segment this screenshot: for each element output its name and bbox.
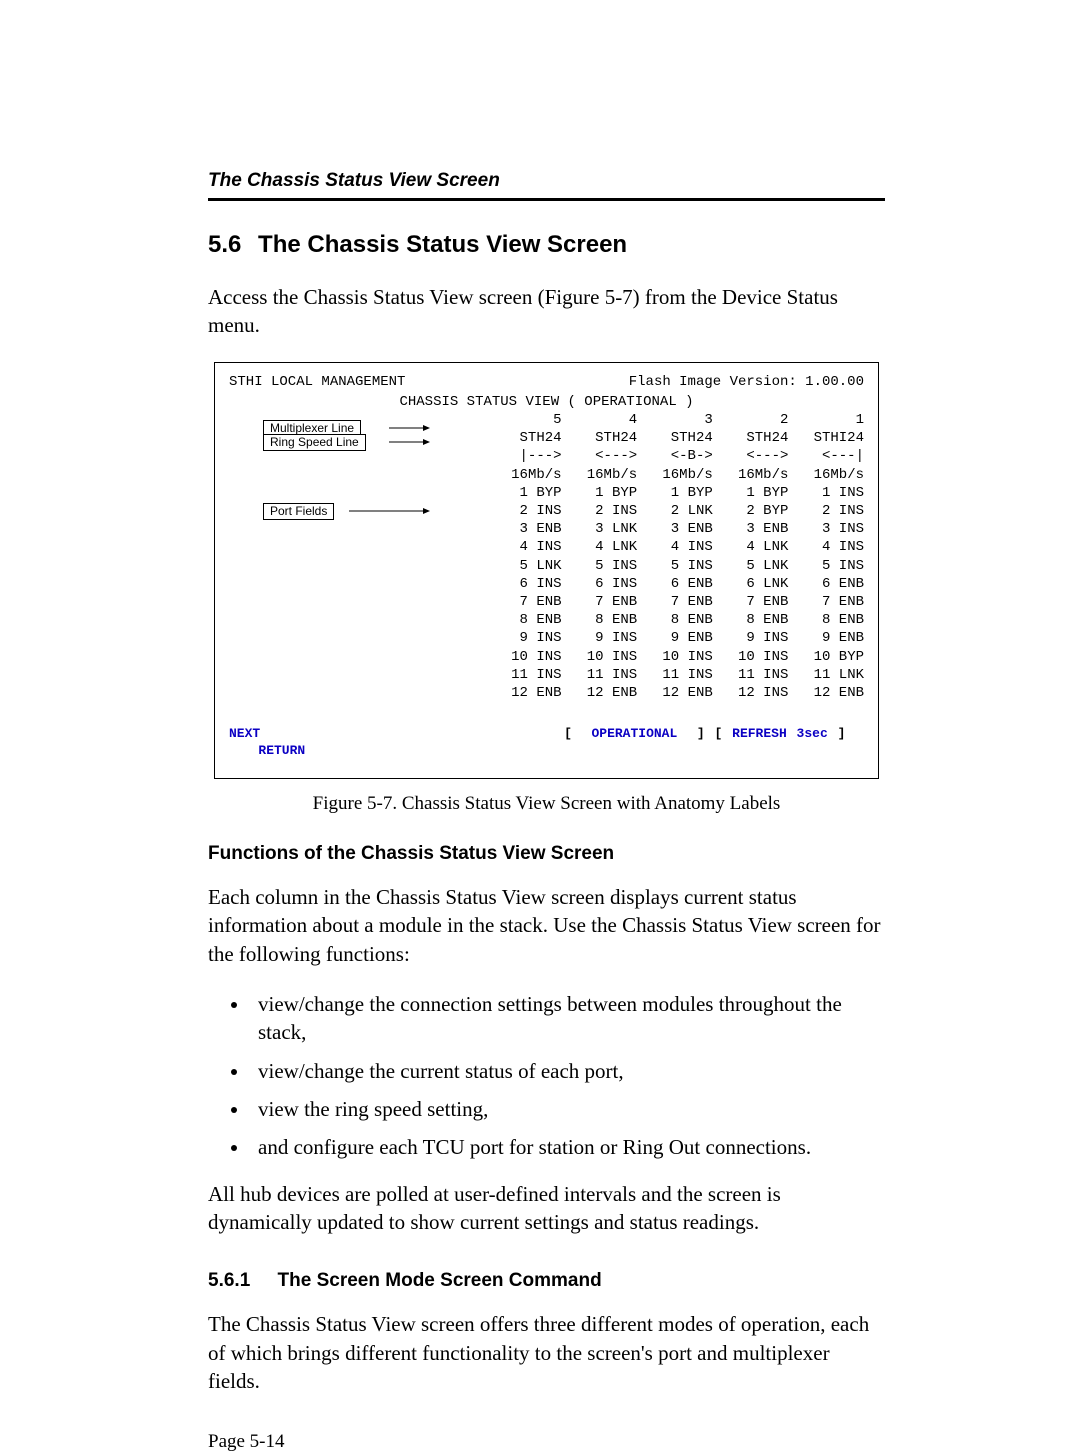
terminal-multiplexer-row: |---> <---> <-B-> <---> <---| <box>229 447 864 465</box>
port-row: 7 ENB 7 ENB 7 ENB 7 ENB 7 ENB <box>229 593 864 611</box>
bullet-item: view/change the connection settings betw… <box>250 990 885 1047</box>
terminal-column-numbers: 5 4 3 2 1 <box>229 411 864 429</box>
footer-refresh: REFRESH 3sec <box>732 726 828 741</box>
port-row: 10 INS 10 INS 10 INS 10 INS 10 BYP <box>229 648 864 666</box>
terminal-footer: NEXT [ OPERATIONAL ] [ REFRESH 3sec ] RE… <box>229 726 864 760</box>
subsection-title: The Screen Mode Screen Command <box>278 1270 602 1291</box>
subsection-heading: 5.6.1 The Screen Mode Screen Command <box>208 1270 885 1292</box>
footer-next: NEXT <box>229 726 260 741</box>
polling-paragraph: All hub devices are polled at user-defin… <box>208 1180 885 1237</box>
page-number: Page 5-14 <box>208 1431 885 1453</box>
terminal-header-left: STHI LOCAL MANAGEMENT <box>229 373 405 391</box>
functions-bullet-list: view/change the connection settings betw… <box>208 990 885 1162</box>
terminal-ring-speed-row: 16Mb/s 16Mb/s 16Mb/s 16Mb/s 16Mb/s <box>229 466 864 484</box>
section-heading: 5.6 The Chassis Status View Screen <box>208 231 885 259</box>
bullet-item: view/change the current status of each p… <box>250 1057 885 1085</box>
port-row: 11 INS 11 INS 11 INS 11 INS 11 LNK <box>229 666 864 684</box>
terminal-screenshot: STHI LOCAL MANAGEMENT Flash Image Versio… <box>214 362 879 779</box>
bullet-item: and configure each TCU port for station … <box>250 1133 885 1161</box>
port-row: 8 ENB 8 ENB 8 ENB 8 ENB 8 ENB <box>229 611 864 629</box>
intro-paragraph: Access the Chassis Status View screen (F… <box>208 283 885 340</box>
footer-operational: OPERATIONAL <box>591 726 677 741</box>
port-row: 5 LNK 5 INS 5 INS 5 LNK 5 INS <box>229 557 864 575</box>
terminal-subtitle: CHASSIS STATUS VIEW ( OPERATIONAL ) <box>229 393 864 411</box>
terminal-header-right: Flash Image Version: 1.00.00 <box>629 373 864 391</box>
figure-caption: Figure 5-7. Chassis Status View Screen w… <box>208 793 885 815</box>
port-row: 3 ENB 3 LNK 3 ENB 3 ENB 3 INS <box>229 520 864 538</box>
running-header: The Chassis Status View Screen <box>208 170 885 201</box>
footer-return: RETURN <box>258 743 305 758</box>
terminal-port-rows: 1 BYP 1 BYP 1 BYP 1 BYP 1 INS 2 INS 2 IN… <box>229 484 864 702</box>
subsection-paragraph: The Chassis Status View screen offers th… <box>208 1310 885 1395</box>
port-row: 1 BYP 1 BYP 1 BYP 1 BYP 1 INS <box>229 484 864 502</box>
functions-heading: Functions of the Chassis Status View Scr… <box>208 843 885 865</box>
terminal-model-row: STH24 STH24 STH24 STH24 STHI24 <box>229 429 864 447</box>
section-title: The Chassis Status View Screen <box>258 231 627 258</box>
bullet-item: view the ring speed setting, <box>250 1095 885 1123</box>
port-row: 9 INS 9 INS 9 ENB 9 INS 9 ENB <box>229 629 864 647</box>
port-row: 2 INS 2 INS 2 LNK 2 BYP 2 INS <box>229 502 864 520</box>
port-row: 6 INS 6 INS 6 ENB 6 LNK 6 ENB <box>229 575 864 593</box>
subsection-number: 5.6.1 <box>208 1270 250 1292</box>
functions-paragraph: Each column in the Chassis Status View s… <box>208 883 885 968</box>
section-number: 5.6 <box>208 231 241 259</box>
port-row: 12 ENB 12 ENB 12 ENB 12 INS 12 ENB <box>229 684 864 702</box>
port-row: 4 INS 4 LNK 4 INS 4 LNK 4 INS <box>229 538 864 556</box>
